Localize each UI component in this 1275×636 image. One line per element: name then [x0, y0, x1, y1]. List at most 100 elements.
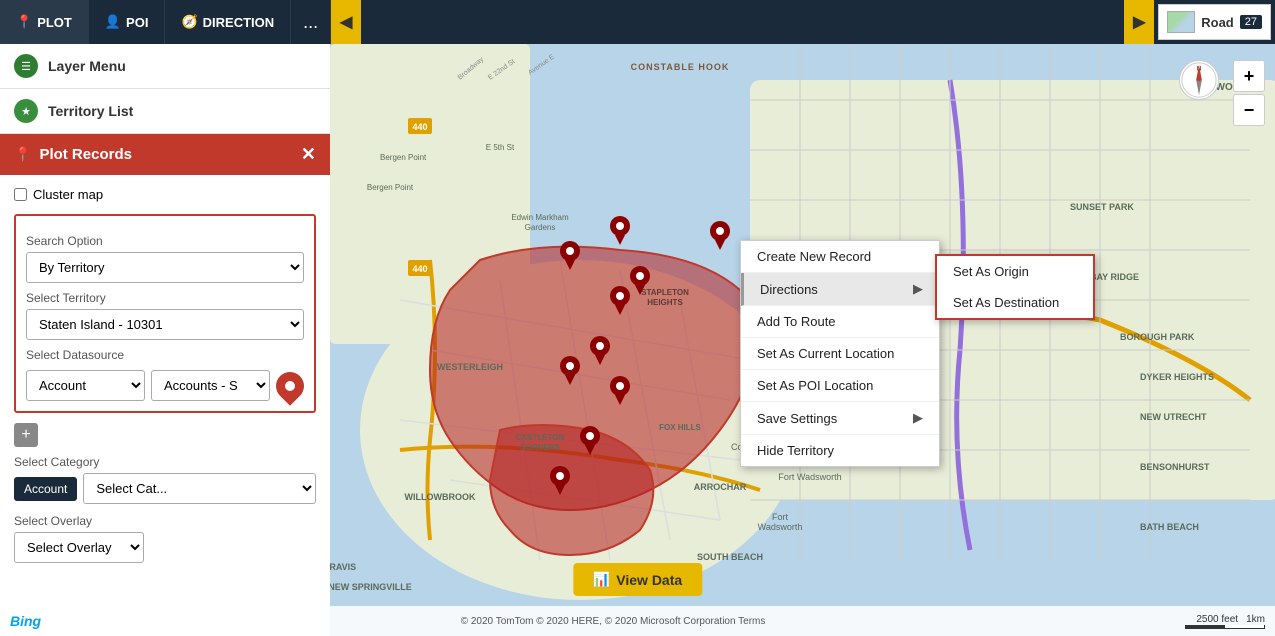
category-select[interactable]: Select Cat... [83, 473, 316, 504]
svg-text:Gardens: Gardens [525, 223, 556, 232]
svg-text:BAY RIDGE: BAY RIDGE [1090, 272, 1139, 282]
svg-text:SUNSET PARK: SUNSET PARK [1070, 202, 1134, 212]
left-panel: ☰ Layer Menu ★ Territory List 📍 Plot Rec… [0, 44, 330, 636]
cluster-label: Cluster map [33, 187, 103, 202]
direction-icon: 🧭 [181, 14, 197, 30]
map-type-button[interactable]: Road 27 [1158, 4, 1271, 40]
create-record-item[interactable]: Create New Record [741, 241, 939, 273]
bing-label: Bing [10, 613, 41, 629]
close-button[interactable]: ✕ [301, 144, 316, 165]
svg-text:HEIGHTS: HEIGHTS [647, 298, 683, 307]
set-destination-item[interactable]: Set As Destination [937, 287, 1093, 318]
search-options-box: Search Option By Territory By Address Se… [14, 214, 316, 413]
add-to-route-item[interactable]: Add To Route [741, 306, 939, 338]
poi-icon: 👤 [105, 14, 121, 30]
plot-records-header: 📍 Plot Records ✕ [0, 134, 330, 175]
category-row: Account Select Cat... [14, 473, 316, 504]
zoom-in-button[interactable]: + [1233, 60, 1265, 92]
directions-item[interactable]: Directions ▶ [741, 273, 939, 306]
layer-menu-label: Layer Menu [48, 58, 126, 74]
road-label: Road [1201, 15, 1234, 30]
hide-territory-item[interactable]: Hide Territory [741, 435, 939, 466]
datasource-value-select[interactable]: Accounts - S [151, 370, 270, 401]
pin-icon-inner [285, 381, 295, 391]
set-origin-label: Set As Origin [953, 264, 1029, 279]
search-option-select[interactable]: By Territory By Address [26, 252, 304, 283]
plot-button[interactable]: 📍 PLOT [0, 0, 89, 44]
plot-records-title: Plot Records [39, 146, 292, 163]
overlay-section: Select Overlay Select Overlay [14, 514, 316, 563]
view-data-button[interactable]: 📊 View Data [573, 563, 702, 596]
svg-text:WESTERLEIGH: WESTERLEIGH [437, 362, 503, 372]
expand-icon: ▶ [1133, 12, 1145, 32]
svg-text:Wadsworth: Wadsworth [758, 522, 803, 532]
set-current-location-item[interactable]: Set As Current Location [741, 338, 939, 370]
category-section: Select Category Account Select Cat... [14, 455, 316, 504]
svg-text:BENSONHURST: BENSONHURST [1140, 462, 1210, 472]
more-button[interactable]: ... [291, 0, 331, 44]
zoom-out-button[interactable]: − [1233, 94, 1265, 126]
toolbar: 📍 PLOT 👤 POI 🧭 DIRECTION ... ◀ ▶ Road 27 [0, 0, 1275, 44]
svg-text:Fort: Fort [772, 512, 789, 522]
svg-text:Edwin Markham: Edwin Markham [511, 213, 569, 222]
data-icon: 📊 [593, 571, 610, 588]
create-record-label: Create New Record [757, 249, 871, 264]
set-poi-item[interactable]: Set As POI Location [741, 370, 939, 402]
map-thumbnail-icon [1167, 11, 1195, 33]
hide-territory-label: Hide Territory [757, 443, 834, 458]
plot-label: PLOT [37, 15, 72, 30]
directions-submenu: Set As Origin Set As Destination [935, 254, 1095, 320]
directions-label: Directions [760, 282, 818, 297]
direction-button[interactable]: 🧭 DIRECTION [165, 0, 291, 44]
svg-text:440: 440 [412, 122, 427, 132]
svg-text:Bergen Point: Bergen Point [367, 183, 414, 192]
plot-icon: 📍 [16, 14, 32, 30]
svg-text:CONSTABLE HOOK: CONSTABLE HOOK [631, 62, 730, 72]
more-label: ... [303, 12, 318, 33]
territory-list-icon: ★ [14, 99, 38, 123]
save-settings-label: Save Settings [757, 411, 837, 426]
toolbar-right: ▶ Road 27 [1124, 0, 1275, 44]
overlay-select[interactable]: Select Overlay [14, 532, 144, 563]
collapse-button[interactable]: ◀ [331, 0, 361, 44]
cluster-row: Cluster map [14, 187, 316, 202]
datasource-label: Select Datasource [26, 348, 304, 362]
add-to-route-label: Add To Route [757, 314, 836, 329]
poi-label: POI [126, 15, 148, 30]
cluster-checkbox[interactable] [14, 188, 27, 201]
collapse-icon: ◀ [340, 12, 352, 32]
set-current-label: Set As Current Location [757, 346, 894, 361]
context-menu: Create New Record Directions ▶ Add To Ro… [740, 240, 940, 467]
expand-right-button[interactable]: ▶ [1124, 0, 1154, 44]
svg-text:STAPLETON: STAPLETON [641, 288, 689, 297]
scale-km: 1km [1246, 614, 1265, 625]
scale-ft: 2500 feet [1196, 614, 1238, 625]
territory-select[interactable]: Staten Island - 10301 [26, 309, 304, 340]
set-destination-label: Set As Destination [953, 295, 1059, 310]
layer-menu-icon: ☰ [14, 54, 38, 78]
layer-menu-item[interactable]: ☰ Layer Menu [0, 44, 330, 89]
search-option-label: Search Option [26, 234, 304, 248]
category-account-button[interactable]: Account [14, 477, 77, 501]
svg-text:NEW SPRINGVILLE: NEW SPRINGVILLE [328, 582, 412, 592]
road-number-badge: 27 [1240, 15, 1262, 29]
datasource-type-select[interactable]: Account [26, 370, 145, 401]
save-settings-item[interactable]: Save Settings ▶ [741, 402, 939, 435]
save-settings-arrow-icon: ▶ [913, 410, 923, 426]
territory-list-item[interactable]: ★ Territory List [0, 89, 330, 134]
svg-text:Bergen Point: Bergen Point [380, 153, 427, 162]
set-origin-item[interactable]: Set As Origin [937, 256, 1093, 287]
svg-text:BATH BEACH: BATH BEACH [1140, 522, 1199, 532]
svg-text:N: N [1197, 66, 1202, 73]
add-button[interactable]: + [14, 423, 38, 447]
overlay-label: Select Overlay [14, 514, 316, 528]
plot-form-body: Cluster map Search Option By Territory B… [0, 175, 330, 575]
compass[interactable]: N [1179, 60, 1219, 100]
poi-button[interactable]: 👤 POI [89, 0, 166, 44]
datasource-row: Account Accounts - S [26, 370, 304, 401]
scale-bar: 2500 feet 1km [1185, 614, 1265, 629]
bottom-bar: Bing © 2020 TomTom © 2020 HERE, © 2020 M… [0, 606, 1275, 636]
svg-text:WILLOWBROOK: WILLOWBROOK [405, 492, 476, 502]
bing-logo: Bing [10, 613, 41, 629]
pin-button[interactable] [270, 366, 310, 406]
